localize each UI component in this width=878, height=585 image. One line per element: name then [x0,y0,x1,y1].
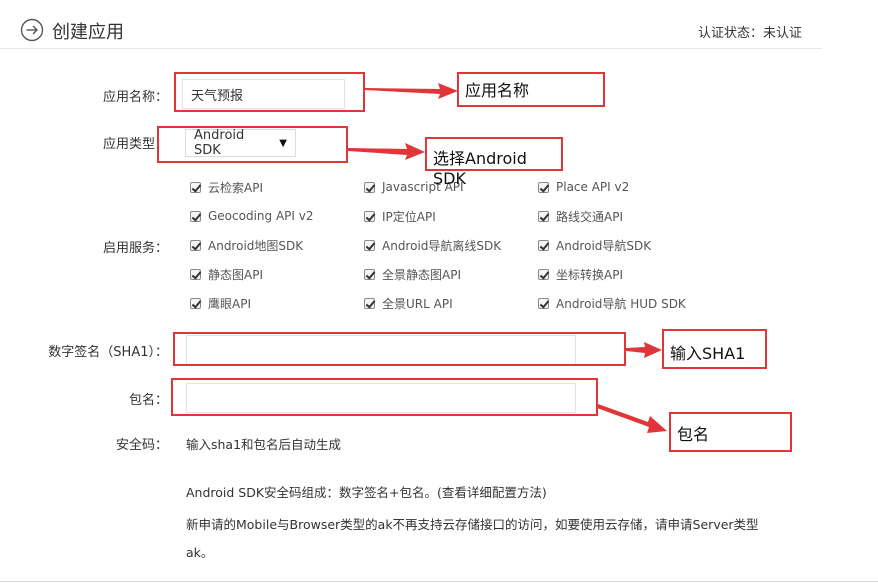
arrow-right-icon [626,342,662,358]
arrow-right-icon [597,404,667,433]
arrow-right-icon [365,83,458,99]
annotation-arrows [348,83,667,433]
arrow-right-icon [348,143,425,160]
